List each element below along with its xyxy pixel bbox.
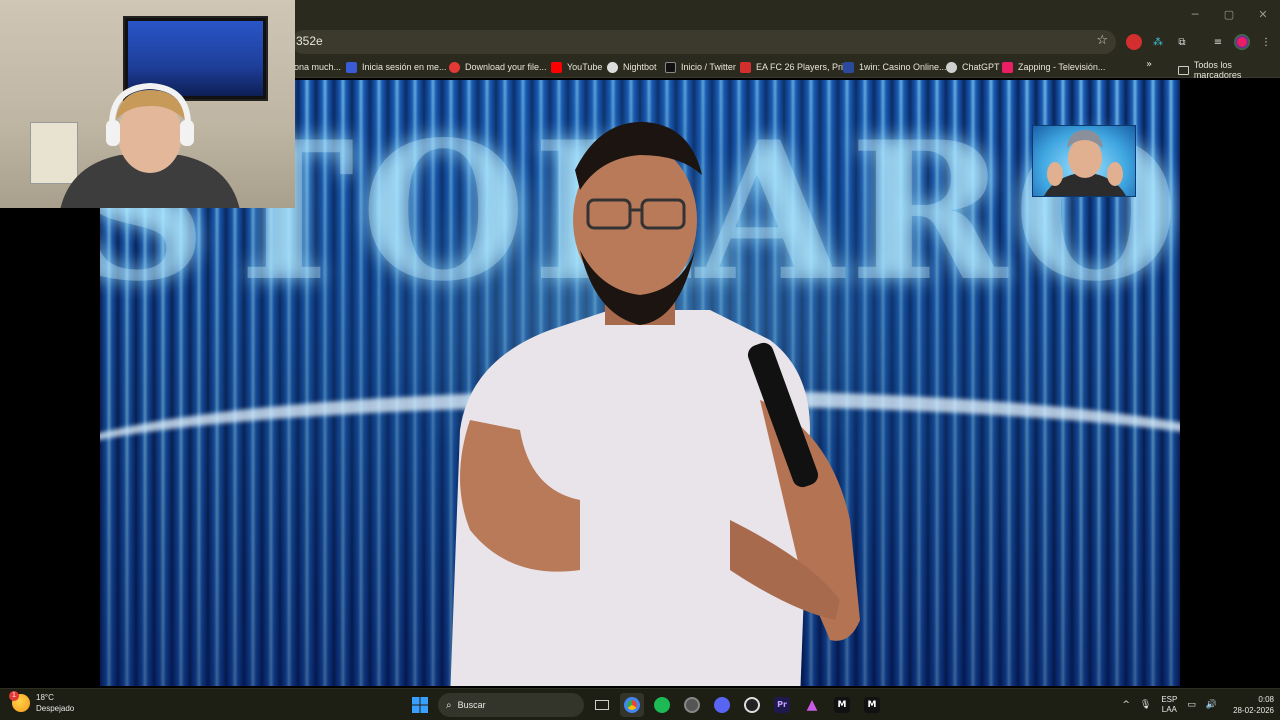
all-bookmarks-button[interactable]: Todos los marcadores	[1178, 60, 1280, 80]
chatgpt-icon	[946, 61, 957, 73]
network-icon[interactable]: ▭	[1187, 700, 1196, 710]
notification-badge: 1	[9, 691, 19, 701]
bookmark-item[interactable]: Inicio / Twitter	[665, 59, 736, 75]
taskbar-search[interactable]: ⌕ Buscar	[438, 693, 584, 717]
search-label: Buscar	[457, 700, 486, 710]
bookmark-label: Download your file...	[465, 62, 547, 72]
reactor-figure	[1044, 130, 1126, 196]
maximize-button[interactable]: ▢	[1212, 0, 1246, 28]
obs-icon[interactable]	[740, 693, 764, 717]
bookmark-item[interactable]: 1win: Casino Online...	[843, 59, 947, 75]
bookmark-item[interactable]: Download your file...	[449, 59, 547, 75]
clock[interactable]: 0:08 28-02-2026	[1233, 694, 1274, 716]
language-code: ESP	[1161, 695, 1178, 704]
microphone-icon[interactable]: 🎙	[1140, 700, 1151, 710]
bookmark-item[interactable]: Zapping - Televisión...	[1002, 59, 1105, 75]
address-url[interactable]: 352e	[296, 34, 323, 48]
bookmark-label: ona much...	[294, 62, 342, 72]
system-tray: ^ 🎙 ESP LAA ▭ 🔊 0:08 28-02-2026	[1122, 692, 1274, 718]
extension-red-icon[interactable]	[1126, 34, 1142, 50]
bookmark-item[interactable]: EA FC 26 Players, Pri...	[740, 59, 851, 75]
bookmark-label: Nightbot	[623, 62, 657, 72]
app-icon-dark[interactable]	[680, 693, 704, 717]
weather-condition: Despejado	[36, 704, 75, 713]
bookmark-label: Inicia sesión en me...	[362, 62, 447, 72]
webcam-overlay-secondary	[1032, 125, 1136, 197]
bookmark-item[interactable]: ChatGPT	[946, 59, 1000, 75]
clock-time: 0:08	[1258, 695, 1274, 704]
clock-date: 28-02-2026	[1233, 706, 1274, 715]
bookmark-label: ChatGPT	[962, 62, 1000, 72]
weather-temp: 18°C	[36, 693, 54, 702]
bookmark-item[interactable]: Inicia sesión en me...	[346, 59, 447, 75]
window-controls: ─ ▢ ✕	[1178, 0, 1280, 28]
bookmark-favicon	[346, 61, 357, 73]
media-controls-icon[interactable]: ≡	[1210, 34, 1226, 50]
bookmark-star-icon[interactable]: ☆	[1096, 33, 1108, 48]
all-bookmarks-label: Todos los marcadores	[1193, 60, 1242, 80]
streamer-figure	[60, 82, 240, 208]
language-indicator[interactable]: ESP LAA	[1161, 695, 1177, 715]
bookmarks-overflow-button[interactable]: »	[1146, 59, 1152, 70]
windows-taskbar: 1 18°C Despejado ⌕ Buscar Pr ▲ M M ^ 🎙 E…	[0, 688, 1280, 720]
discord-icon[interactable]	[710, 693, 734, 717]
bookmark-item[interactable]: Nightbot	[607, 59, 657, 75]
bookmark-label: EA FC 26 Players, Pri...	[756, 62, 851, 72]
app-icon-triangle[interactable]: ▲	[800, 693, 824, 717]
x-twitter-icon	[665, 61, 676, 73]
bookmark-label: YouTube	[567, 62, 603, 72]
presenter-figure	[450, 121, 860, 686]
taskbar-apps: ⌕ Buscar Pr ▲ M M	[408, 692, 884, 718]
weather-widget[interactable]: 1 18°C Despejado	[9, 691, 74, 714]
folder-icon	[1178, 65, 1189, 75]
weather-moon-icon: 1	[9, 691, 30, 712]
bookmark-label: Zapping - Televisión...	[1018, 62, 1106, 72]
premiere-icon[interactable]: Pr	[770, 693, 794, 717]
extension-translate-icon[interactable]: ⁂	[1150, 34, 1166, 50]
bookmark-item[interactable]: ona much...	[294, 59, 341, 75]
chevron-up-icon[interactable]: ^	[1122, 700, 1130, 710]
chrome-icon[interactable]	[620, 693, 644, 717]
bookmark-label: 1win: Casino Online...	[859, 62, 947, 72]
bookmark-favicon	[449, 61, 460, 73]
start-button[interactable]	[408, 693, 432, 717]
keyboard-layout: LAA	[1161, 705, 1177, 714]
nightbot-icon	[607, 61, 618, 73]
bookmark-item[interactable]: YouTube	[551, 59, 602, 75]
bookmark-favicon	[843, 61, 854, 73]
profile-avatar[interactable]	[1234, 34, 1250, 50]
app-icon-m[interactable]: M	[830, 693, 854, 717]
address-bar[interactable]: 352e ☆	[292, 30, 1116, 54]
spotify-icon[interactable]	[650, 693, 674, 717]
task-view-icon[interactable]	[590, 693, 614, 717]
screen: ─ ▢ ✕ 352e ☆ ⁂ ⧉ ≡ ⋮ ona much... Inicia …	[0, 0, 1280, 720]
menu-kebab-icon[interactable]: ⋮	[1258, 34, 1274, 50]
bookmark-favicon	[740, 61, 751, 73]
bookmark-favicon	[1002, 61, 1013, 73]
bookmark-label: Inicio / Twitter	[681, 62, 736, 72]
weather-text: 18°C Despejado	[36, 692, 74, 714]
volume-icon[interactable]: 🔊	[1206, 700, 1217, 710]
youtube-icon	[551, 61, 562, 73]
app-icon-m-2[interactable]: M	[860, 693, 884, 717]
windows-logo-icon	[412, 697, 428, 713]
close-button[interactable]: ✕	[1246, 0, 1280, 28]
extensions-puzzle-icon[interactable]: ⧉	[1174, 34, 1190, 50]
minimize-button[interactable]: ─	[1178, 0, 1212, 28]
webcam-overlay-main	[0, 0, 295, 208]
search-icon: ⌕	[446, 699, 452, 711]
